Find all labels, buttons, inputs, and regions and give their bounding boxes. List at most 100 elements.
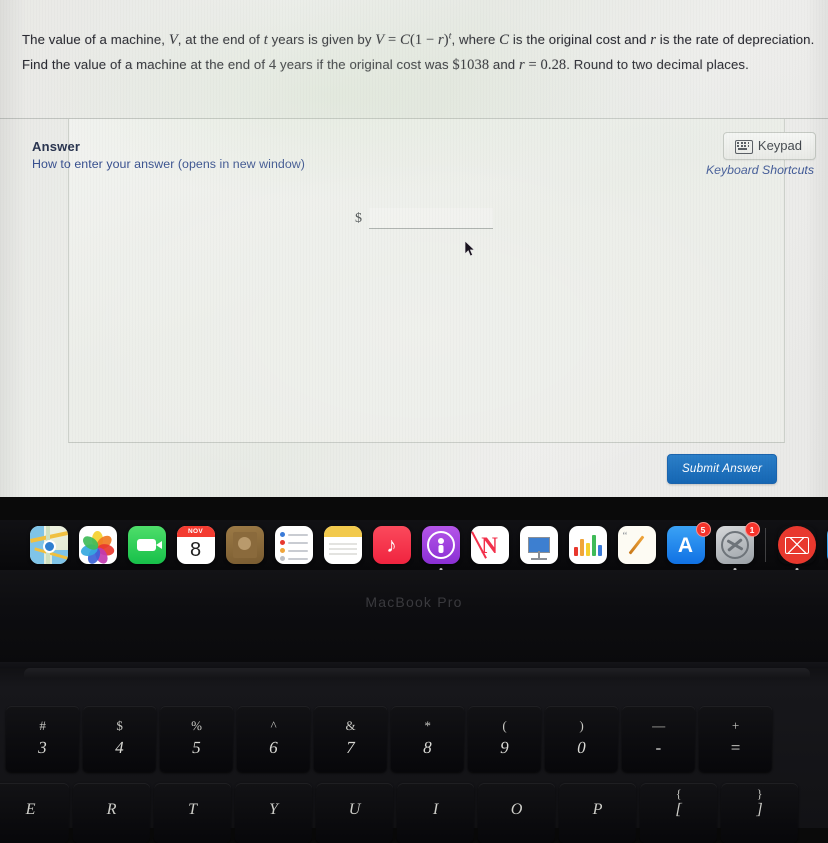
key-upper-legend: } <box>721 787 798 802</box>
submit-answer-button[interactable]: Submit Answer <box>667 454 777 484</box>
dock-icon-photos[interactable] <box>79 526 117 564</box>
key-lower-legend: I <box>397 801 474 819</box>
key-lower-legend: U <box>316 801 393 819</box>
key-lower-legend: 7 <box>314 738 387 758</box>
laptop-deck-edge <box>24 668 810 678</box>
key-3[interactable]: #3 <box>6 706 80 772</box>
key-lower-legend: 5 <box>160 738 233 758</box>
key-6[interactable]: ^6 <box>237 706 311 772</box>
dock-icon-gmail[interactable] <box>778 526 816 564</box>
key-upper-legend: ^ <box>237 718 310 734</box>
key-8[interactable]: *8 <box>391 706 465 772</box>
dock-icon-contacts[interactable] <box>226 526 264 564</box>
key-u[interactable]: U <box>316 783 394 843</box>
system-preferences-badge: 1 <box>745 522 760 537</box>
dock-icon-system-preferences[interactable]: 1 <box>716 526 754 564</box>
key-e[interactable]: E <box>0 783 69 843</box>
dock-icon-pages[interactable]: “ <box>618 526 656 564</box>
problem-text: is the rate of depreciation. <box>656 32 814 47</box>
dock-icon-reminders[interactable] <box>275 526 313 564</box>
key-7[interactable]: &7 <box>314 706 388 772</box>
key-p[interactable]: P <box>559 783 637 843</box>
key-lower-legend: - <box>622 738 695 758</box>
key-upper-legend: & <box>314 718 387 734</box>
key-lower-legend: E <box>0 801 69 819</box>
calendar-day: 8 <box>177 537 215 564</box>
dock-icon-keynote[interactable] <box>520 526 558 564</box>
problem-text: Find the value of a machine at the end o… <box>22 57 269 72</box>
macos-dock: NOV 8 ♪ N <box>0 520 828 570</box>
answer-input[interactable] <box>369 208 493 229</box>
dock-icon-news[interactable]: N <box>471 526 509 564</box>
key-sym[interactable]: —- <box>622 706 696 772</box>
key-o[interactable]: O <box>478 783 556 843</box>
key-lower-legend: 3 <box>6 738 79 758</box>
key-lower-legend: P <box>559 801 636 819</box>
formula-C: C <box>400 32 410 48</box>
dock-icon-numbers[interactable] <box>569 526 607 564</box>
key-sym[interactable]: {[ <box>640 783 718 843</box>
dock-icon-calendar[interactable]: NOV 8 <box>177 526 215 564</box>
keyboard-number-row: #3$4%5^6&7*8(9)0—-+= <box>0 706 828 772</box>
key-lower-legend: 9 <box>468 738 541 758</box>
key-lower-legend: 0 <box>545 738 618 758</box>
app-store-badge: 5 <box>696 522 711 537</box>
dollar-sign-label: $ <box>355 212 362 229</box>
key-i[interactable]: I <box>397 783 475 843</box>
keypad-button[interactable]: Keypad <box>723 132 816 160</box>
formula-V: V <box>375 32 384 48</box>
how-to-enter-answer-link[interactable]: How to enter your answer (opens in new w… <box>32 157 305 171</box>
problem-text: . Round to two decimal places. <box>566 57 749 72</box>
key-upper-legend: % <box>160 718 233 734</box>
key-9[interactable]: (9 <box>468 706 542 772</box>
problem-text: , at the end of <box>178 32 264 47</box>
formula-equals: = <box>384 32 400 48</box>
mouse-cursor <box>464 240 476 258</box>
calendar-month: NOV <box>177 526 215 537</box>
laptop-screen: The value of a machine, V, at the end of… <box>0 0 828 497</box>
key-upper-legend: * <box>391 718 464 734</box>
key-upper-legend: ) <box>545 718 618 734</box>
key-0[interactable]: )0 <box>545 706 619 772</box>
key-lower-legend: = <box>699 738 772 758</box>
key-lower-legend: ] <box>721 801 798 819</box>
answer-input-row: $ <box>355 208 493 229</box>
problem-line-2: Find the value of a machine at the end o… <box>22 53 808 78</box>
keyboard-letter-row: ERTYUIOP{[}] <box>0 783 828 843</box>
dock-icon-notes[interactable] <box>324 526 362 564</box>
key-lower-legend: [ <box>640 801 717 819</box>
problem-text: , where <box>451 32 499 47</box>
dock-icon-maps[interactable] <box>30 526 68 564</box>
math-var-V: V <box>169 32 178 48</box>
value-original-cost: $1038 <box>452 57 489 73</box>
key-4[interactable]: $4 <box>83 706 157 772</box>
value-rate: 0.28 <box>541 57 567 73</box>
key-lower-legend: 6 <box>237 738 310 758</box>
dock-icon-facetime[interactable] <box>128 526 166 564</box>
key-lower-legend: 4 <box>83 738 156 758</box>
key-y[interactable]: Y <box>235 783 313 843</box>
dock-icon-podcasts[interactable] <box>422 526 460 564</box>
key-upper-legend: { <box>640 787 717 802</box>
dock-icon-music[interactable]: ♪ <box>373 526 411 564</box>
problem-text: years if the original cost was <box>276 57 452 72</box>
key-5[interactable]: %5 <box>160 706 234 772</box>
key-t[interactable]: T <box>154 783 232 843</box>
laptop-bezel <box>0 570 828 670</box>
key-lower-legend: R <box>73 801 150 819</box>
dock-separator <box>765 528 766 562</box>
key-upper-legend: — <box>622 718 695 734</box>
key-sym[interactable]: += <box>699 706 773 772</box>
problem-text: is the original cost and <box>509 32 650 47</box>
macbook-pro-label: MacBook Pro <box>0 594 828 610</box>
keyboard-icon <box>735 140 751 152</box>
formula-open: (1 − <box>410 32 438 48</box>
problem-text: years is given by <box>268 32 375 47</box>
key-r[interactable]: R <box>73 783 151 843</box>
keyboard-shortcuts-link[interactable]: Keyboard Shortcuts <box>706 163 814 177</box>
problem-statement: The value of a machine, V, at the end of… <box>22 28 808 78</box>
key-sym[interactable]: }] <box>721 783 799 843</box>
dock-icon-app-store[interactable]: A 5 <box>667 526 705 564</box>
problem-line-1: The value of a machine, V, at the end of… <box>22 28 808 53</box>
key-upper-legend: ( <box>468 718 541 734</box>
